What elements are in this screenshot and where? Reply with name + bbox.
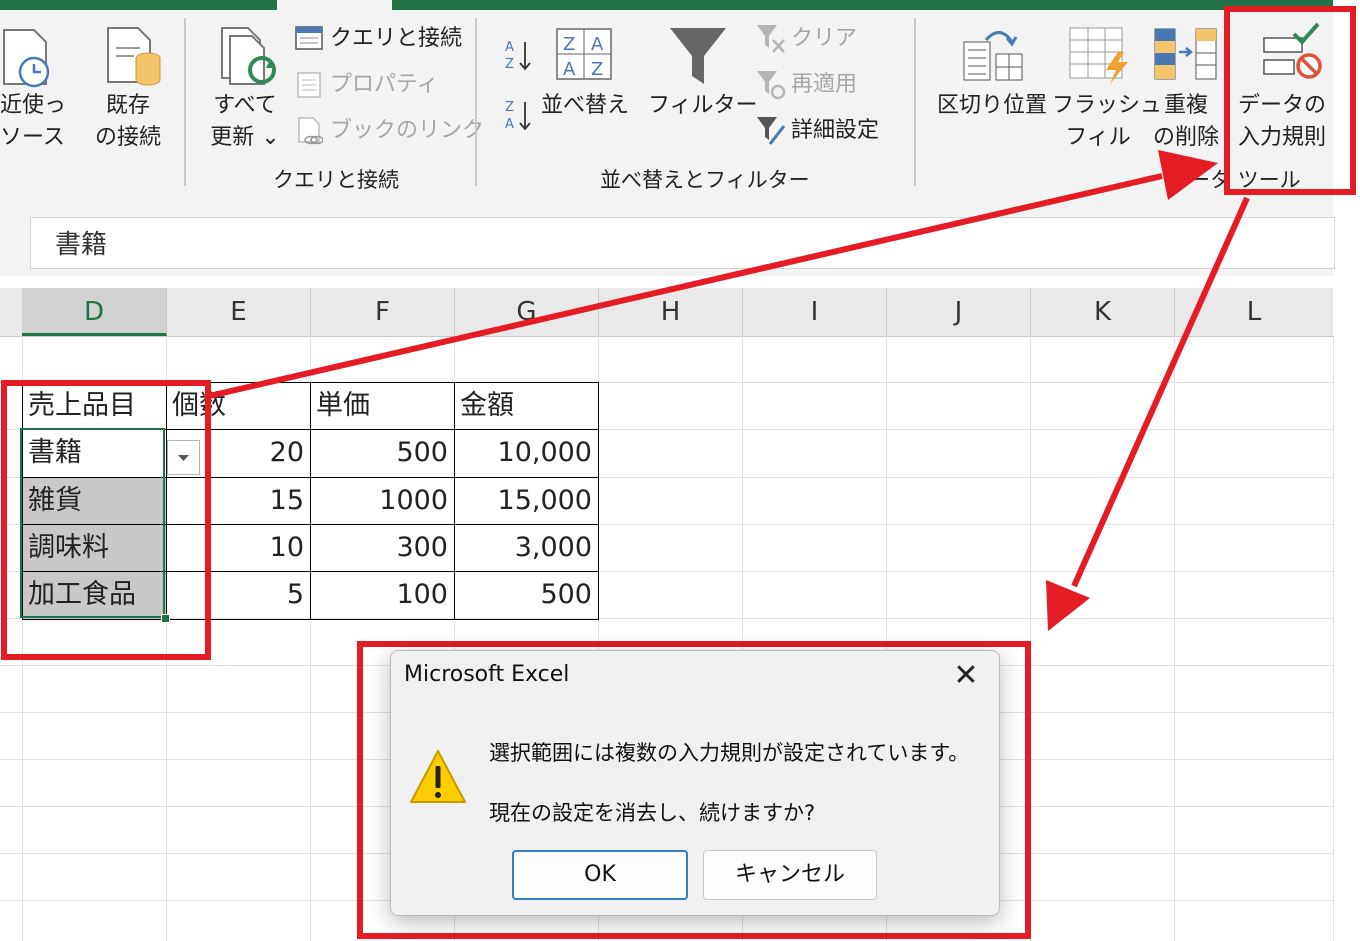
message-dialog	[390, 650, 1000, 916]
table-cell[interactable]: 500	[454, 572, 598, 618]
remove-duplicates-icon	[1154, 28, 1217, 80]
column-header-h[interactable]: H	[599, 288, 743, 336]
formula-bar-input[interactable]	[30, 217, 1335, 269]
ok-button[interactable]: OK	[512, 850, 688, 900]
active-tab-data[interactable]	[277, 0, 392, 10]
table-cell[interactable]: 1000	[310, 478, 454, 524]
reapply-filter-icon	[757, 71, 786, 100]
advanced-filter-button[interactable]: 詳細設定	[791, 115, 879, 147]
advanced-filter-icon	[757, 117, 786, 145]
table-cell[interactable]: 500	[310, 430, 454, 476]
sort-ascending-icon[interactable]: A Z	[503, 38, 533, 72]
column-header-k[interactable]: K	[1031, 288, 1175, 336]
text-to-columns-icon	[963, 31, 1023, 81]
ribbon-separator	[475, 18, 477, 186]
filter-icon	[670, 28, 726, 84]
filter-button[interactable]: フィルター	[648, 90, 758, 122]
table-header-cell[interactable]: 金額	[454, 383, 598, 429]
flash-fill-button[interactable]: フラッシュ フィル	[1052, 90, 1163, 154]
cancel-button[interactable]: キャンセル	[703, 850, 877, 900]
table-cell[interactable]: 15,000	[454, 478, 598, 524]
ribbon-separator	[914, 18, 916, 186]
svg-text:A: A	[505, 117, 514, 132]
close-icon[interactable]: ✕	[950, 660, 982, 692]
table-cell[interactable]: 10,000	[454, 430, 598, 476]
refresh-all-label-1: すべて	[213, 93, 277, 118]
group-label-sort-filter: 並べ替えとフィルター	[600, 168, 810, 192]
existing-connections-icon	[107, 27, 161, 86]
existing-connections-label-2: の接続	[94, 125, 161, 150]
column-header-l[interactable]: L	[1175, 288, 1333, 336]
queries-connections-icon	[295, 26, 323, 50]
ribbon-tab-strip	[0, 0, 1333, 10]
recent-sources-label-2: ソース	[0, 125, 65, 150]
sort-button[interactable]: 並べ替え	[540, 90, 630, 122]
refresh-all-button[interactable]: すべて 更新 ⌄	[200, 90, 290, 154]
column-header-d[interactable]: D	[22, 288, 167, 336]
recent-sources-label-1: 近使っ	[0, 93, 67, 118]
remove-duplicates-label-2: の削除	[1152, 125, 1219, 150]
column-header-e[interactable]: E	[167, 288, 311, 336]
clear-filter-icon	[757, 25, 785, 53]
table-cell[interactable]: 3,000	[454, 525, 598, 571]
formula-bar-value: 書籍	[55, 230, 108, 260]
svg-text:Z: Z	[505, 100, 514, 115]
ribbon-separator	[184, 18, 186, 186]
flash-fill-label-1: フラッシュ	[1052, 93, 1163, 118]
dialog-title: Microsoft Excel	[404, 662, 570, 687]
annotation-box-selection	[1, 380, 211, 660]
reapply-filter-button[interactable]: 再適用	[791, 69, 857, 101]
sort-descending-icon[interactable]: Z A	[503, 98, 533, 132]
table-cell[interactable]: 100	[310, 572, 454, 618]
recent-sources-button[interactable]: 近使っ ソース	[0, 90, 66, 154]
properties-icon	[297, 72, 321, 98]
sort-icon: Z A A Z	[556, 28, 612, 80]
dialog-message-line2: 現在の設定を消去し、続けますか?	[489, 801, 816, 825]
existing-connections-label-1: 既存	[105, 93, 150, 118]
existing-connections-button[interactable]: 既存 の接続	[88, 90, 168, 154]
svg-text:Z: Z	[563, 34, 575, 55]
warning-icon	[410, 750, 466, 803]
svg-text:Z: Z	[505, 57, 514, 72]
annotation-box-data-validation	[1224, 6, 1356, 195]
column-header-j[interactable]: J	[887, 288, 1031, 336]
group-label-queries: クエリと接続	[273, 168, 399, 192]
refresh-all-icon	[221, 27, 276, 85]
svg-text:A: A	[505, 40, 514, 55]
svg-text:Z: Z	[591, 59, 603, 80]
svg-text:A: A	[563, 59, 576, 80]
refresh-all-label-2: 更新 ⌄	[210, 125, 280, 150]
flash-fill-label-2: フィル	[1065, 125, 1131, 150]
dialog-message-line1: 選択範囲には複数の入力規則が設定されています。	[489, 741, 970, 765]
text-to-columns-button[interactable]: 区切り位置	[930, 90, 1054, 122]
svg-text:A: A	[591, 34, 604, 55]
remove-duplicates-button[interactable]: 重複 の削除	[1148, 90, 1224, 154]
recent-sources-icon	[3, 29, 50, 88]
column-header-i[interactable]: I	[743, 288, 887, 336]
flash-fill-icon	[1069, 27, 1128, 84]
properties-button[interactable]: プロパティ	[330, 69, 439, 101]
queries-connections-button[interactable]: クエリと接続	[330, 23, 462, 55]
edit-links-icon	[298, 117, 323, 145]
table-cell[interactable]: 300	[310, 525, 454, 571]
table-header-cell[interactable]: 単価	[310, 383, 454, 429]
remove-duplicates-label-1: 重複	[1163, 93, 1208, 118]
column-header-g[interactable]: G	[455, 288, 599, 336]
clear-filter-button[interactable]: クリア	[791, 23, 857, 55]
column-header-f[interactable]: F	[311, 288, 455, 336]
edit-links-button[interactable]: ブックのリンク	[330, 115, 484, 147]
